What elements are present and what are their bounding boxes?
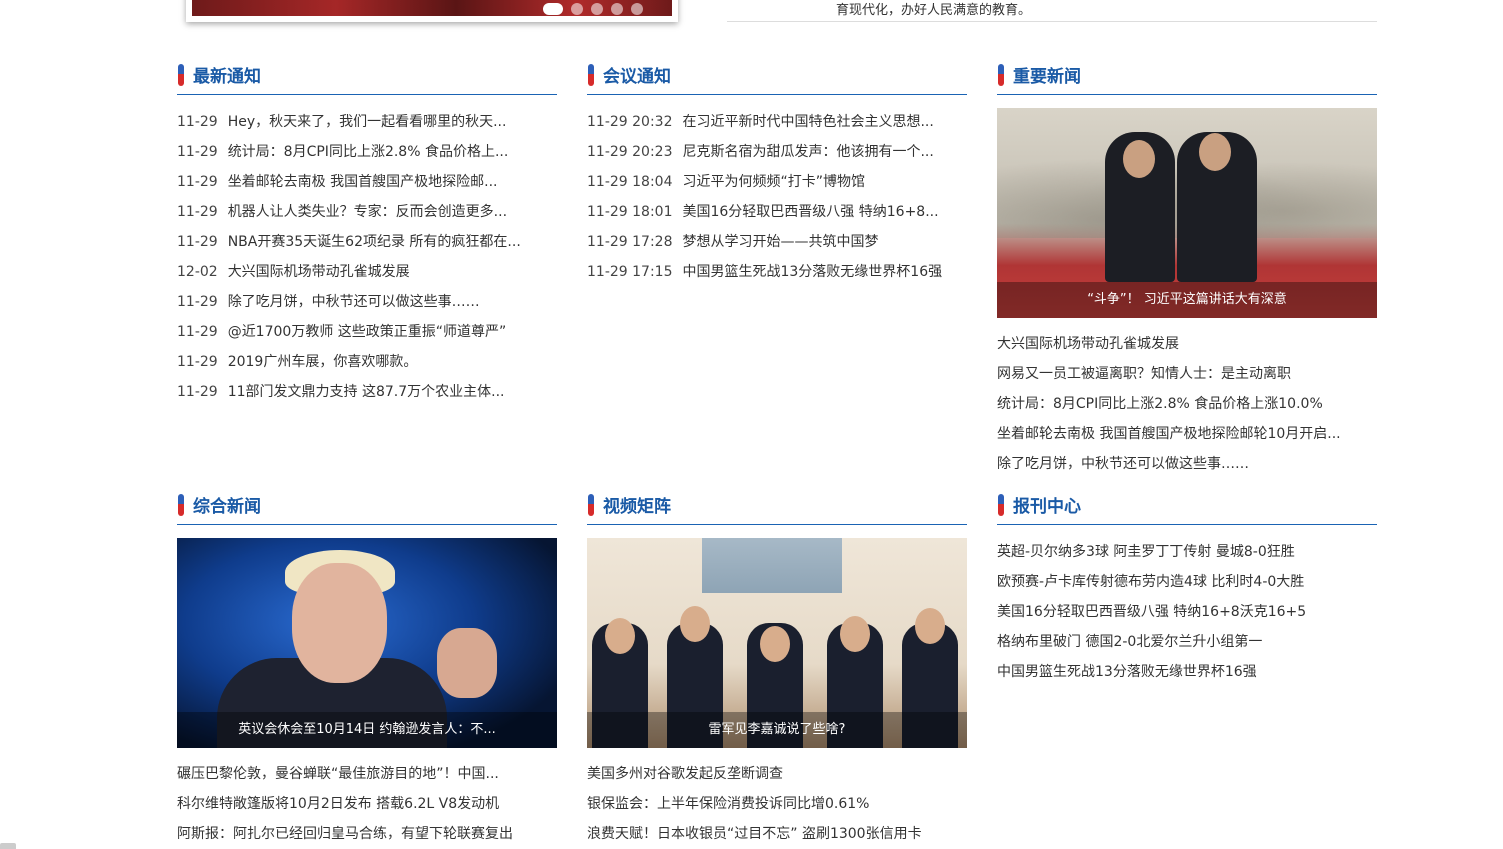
- person-head: [605, 618, 635, 654]
- section-header: 最新通知: [177, 64, 557, 95]
- list-item[interactable]: 美国16分轻取巴西晋级八强 特纳16+8沃克16+5: [997, 597, 1377, 627]
- list-item[interactable]: 11-29 17:28 梦想从学习开始——共筑中国梦: [587, 227, 967, 257]
- list-item[interactable]: 大兴国际机场带动孔雀城发展: [997, 329, 1377, 359]
- important-news-section: 重要新闻 “斗争”！ 习近平这篇讲话大有深意 大兴国际机场带动孔雀城发展 网易又…: [997, 64, 1377, 479]
- list-item[interactable]: 11-29 20:23 尼克斯名宿为甜瓜发声：他该拥有一个...: [587, 137, 967, 167]
- slider-dots: [543, 3, 643, 15]
- section-header: 综合新闻: [177, 494, 557, 525]
- list-item[interactable]: 银保监会：上半年保险消费投诉同比增0.61%: [587, 789, 967, 819]
- section-marker-icon: [178, 494, 184, 516]
- list-item[interactable]: 11-29 18:01 美国16分轻取巴西晋级八强 特纳16+8...: [587, 197, 967, 227]
- list-item[interactable]: 除了吃月饼，中秋节还可以做这些事……: [997, 449, 1377, 479]
- slider-dot[interactable]: [543, 3, 563, 15]
- section-marker-icon: [998, 64, 1004, 86]
- section-header: 重要新闻: [997, 64, 1377, 95]
- list-item[interactable]: 11-29 除了吃月饼，中秋节还可以做这些事……: [177, 287, 557, 317]
- video-matrix-section: 视频矩阵 雷军见李嘉诚说了些啥? 美国多州对谷歌发起反垄断调查 银保监会：上半年…: [587, 494, 967, 849]
- meeting-notice-list: 11-29 20:32 在习近平新时代中国特色社会主义思想... 11-29 20…: [587, 107, 967, 287]
- list-item[interactable]: 11-29 18:04 习近平为何频频“打卡”博物馆: [587, 167, 967, 197]
- list-item[interactable]: 11-29 @近1700万教师 这些政策正重振“师道尊严”: [177, 317, 557, 347]
- general-news-section: 综合新闻 英议会休会至10月14日 约翰逊发言人：不... 碾压巴黎伦敦，曼谷蝉…: [177, 494, 557, 849]
- slider-dot[interactable]: [591, 3, 603, 15]
- person-head: [292, 563, 387, 683]
- important-news-list: 大兴国际机场带动孔雀城发展 网易又一员工被逼离职？知情人士：是主动离职 统计局：…: [997, 329, 1377, 479]
- person-hand: [437, 628, 497, 698]
- section-title[interactable]: 视频矩阵: [603, 492, 671, 517]
- list-item[interactable]: 碾压巴黎伦敦，曼谷蝉联“最佳旅游目的地”！中国...: [177, 759, 557, 789]
- list-item[interactable]: 美国多州对谷歌发起反垄断调查: [587, 759, 967, 789]
- list-item[interactable]: 统计局：8月CPI同比上涨2.8% 食品价格上涨10.0%: [997, 389, 1377, 419]
- wall-painting: [702, 538, 842, 593]
- section-title[interactable]: 最新通知: [193, 62, 261, 87]
- top-slider: [186, 0, 678, 22]
- person-head: [915, 608, 945, 644]
- section-title[interactable]: 会议通知: [603, 62, 671, 87]
- news-photo[interactable]: 英议会休会至10月14日 约翰逊发言人：不...: [177, 538, 557, 748]
- newspaper-list: 英超-贝尔纳多3球 阿圭罗丁丁传射 曼城8-0狂胜 欧预赛-卢卡库传射德布劳内造…: [997, 537, 1377, 687]
- list-item[interactable]: 网易又一员工被逼离职？知情人士：是主动离职: [997, 359, 1377, 389]
- section-title[interactable]: 重要新闻: [1013, 62, 1081, 87]
- list-item[interactable]: 欧预赛-卢卡库传射德布劳内造4球 比利时4-0大胜: [997, 567, 1377, 597]
- section-marker-icon: [588, 494, 594, 516]
- slider-dot[interactable]: [611, 3, 623, 15]
- general-news-list: 碾压巴黎伦敦，曼谷蝉联“最佳旅游目的地”！中国... 科尔维特敞篷版将10月2日…: [177, 759, 557, 849]
- list-item[interactable]: 11-29 机器人让人类失业？专家：反而会创造更多...: [177, 197, 557, 227]
- person-head: [680, 606, 710, 642]
- list-item[interactable]: 11-29 NBA开赛35天诞生62项纪录 所有的疯狂都在...: [177, 227, 557, 257]
- list-item[interactable]: 阿斯报：阿扎尔已经回归皇马合练，有望下轮联赛复出: [177, 819, 557, 849]
- video-news-list: 美国多州对谷歌发起反垄断调查 银保监会：上半年保险消费投诉同比增0.61% 浪费…: [587, 759, 967, 849]
- list-item[interactable]: 11-29 统计局：8月CPI同比上涨2.8% 食品价格上...: [177, 137, 557, 167]
- section-header: 视频矩阵: [587, 494, 967, 525]
- list-item[interactable]: 科尔维特敞篷版将10月2日发布 搭载6.2L V8发动机: [177, 789, 557, 819]
- section-marker-icon: [998, 494, 1004, 516]
- news-photo[interactable]: 雷军见李嘉诚说了些啥?: [587, 538, 967, 748]
- list-item[interactable]: 12-02 大兴国际机场带动孔雀城发展: [177, 257, 557, 287]
- section-marker-icon: [588, 64, 594, 86]
- list-item[interactable]: 11-29 坐着邮轮去南极 我国首艘国产极地探险邮...: [177, 167, 557, 197]
- section-title[interactable]: 综合新闻: [193, 492, 261, 517]
- list-item[interactable]: 坐着邮轮去南极 我国首艘国产极地探险邮轮10月开启...: [997, 419, 1377, 449]
- photo-caption[interactable]: “斗争”！ 习近平这篇讲话大有深意: [997, 282, 1377, 318]
- intro-text-tail: 育现代化，办好人民满意的教育。: [836, 3, 1032, 18]
- list-item[interactable]: 格纳布里破门 德国2-0北爱尔兰升小组第一: [997, 627, 1377, 657]
- person-head: [1199, 133, 1231, 171]
- section-header: 会议通知: [587, 64, 967, 95]
- slider-dot[interactable]: [571, 3, 583, 15]
- divider: [727, 21, 1377, 22]
- news-photo[interactable]: “斗争”！ 习近平这篇讲话大有深意: [997, 108, 1377, 318]
- newspaper-center-section: 报刊中心 英超-贝尔纳多3球 阿圭罗丁丁传射 曼城8-0狂胜 欧预赛-卢卡库传射…: [997, 494, 1377, 687]
- photo-caption[interactable]: 英议会休会至10月14日 约翰逊发言人：不...: [177, 712, 557, 748]
- list-item[interactable]: 11-29 20:32 在习近平新时代中国特色社会主义思想...: [587, 107, 967, 137]
- section-header: 报刊中心: [997, 494, 1377, 525]
- latest-notice-list: 11-29 Hey，秋天来了，我们一起看看哪里的秋天... 11-29 统计局：8月…: [177, 107, 557, 407]
- list-item[interactable]: 英超-贝尔纳多3球 阿圭罗丁丁传射 曼城8-0狂胜: [997, 537, 1377, 567]
- corner-widget[interactable]: [0, 843, 16, 849]
- person-head: [1123, 140, 1155, 178]
- list-item[interactable]: 浪费天赋！日本收银员“过目不忘” 盗刷1300张信用卡: [587, 819, 967, 849]
- list-item[interactable]: 11-29 17:15 中国男篮生死战13分落败无缘世界杯16强: [587, 257, 967, 287]
- person-head: [760, 626, 790, 662]
- list-item[interactable]: 11-29 11部门发文鼎力支持 这87.7万个农业主体...: [177, 377, 557, 407]
- section-marker-icon: [178, 64, 184, 86]
- section-title[interactable]: 报刊中心: [1013, 492, 1081, 517]
- list-item[interactable]: 11-29 2019广州车展，你喜欢哪款。: [177, 347, 557, 377]
- latest-notice-section: 最新通知 11-29 Hey，秋天来了，我们一起看看哪里的秋天... 11-29 统…: [177, 64, 557, 407]
- meeting-notice-section: 会议通知 11-29 20:32 在习近平新时代中国特色社会主义思想... 11-…: [587, 64, 967, 287]
- list-item[interactable]: 11-29 Hey，秋天来了，我们一起看看哪里的秋天...: [177, 107, 557, 137]
- photo-caption[interactable]: 雷军见李嘉诚说了些啥?: [587, 712, 967, 748]
- person-head: [840, 616, 870, 652]
- list-item[interactable]: 中国男篮生死战13分落败无缘世界杯16强: [997, 657, 1377, 687]
- slider-dot[interactable]: [631, 3, 643, 15]
